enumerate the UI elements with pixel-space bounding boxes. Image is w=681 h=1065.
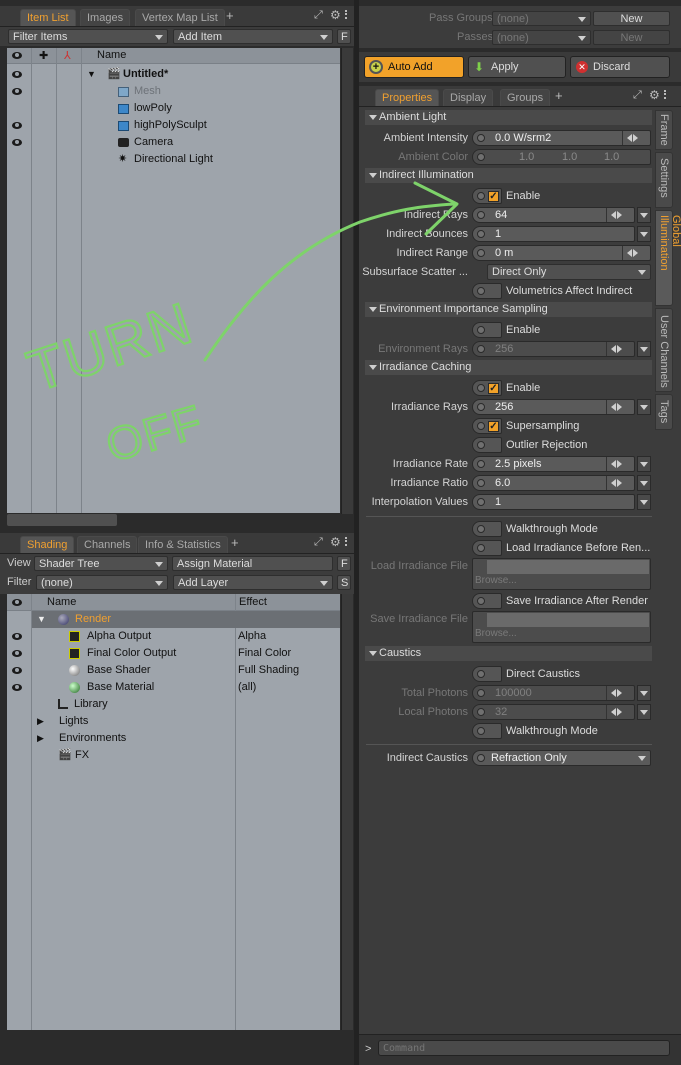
annotation-overlay: TURN OFF	[19, 181, 459, 473]
annotation-off: OFF	[100, 395, 209, 472]
annotation-turn: TURN	[20, 290, 201, 404]
annotation-arrow	[203, 202, 457, 362]
